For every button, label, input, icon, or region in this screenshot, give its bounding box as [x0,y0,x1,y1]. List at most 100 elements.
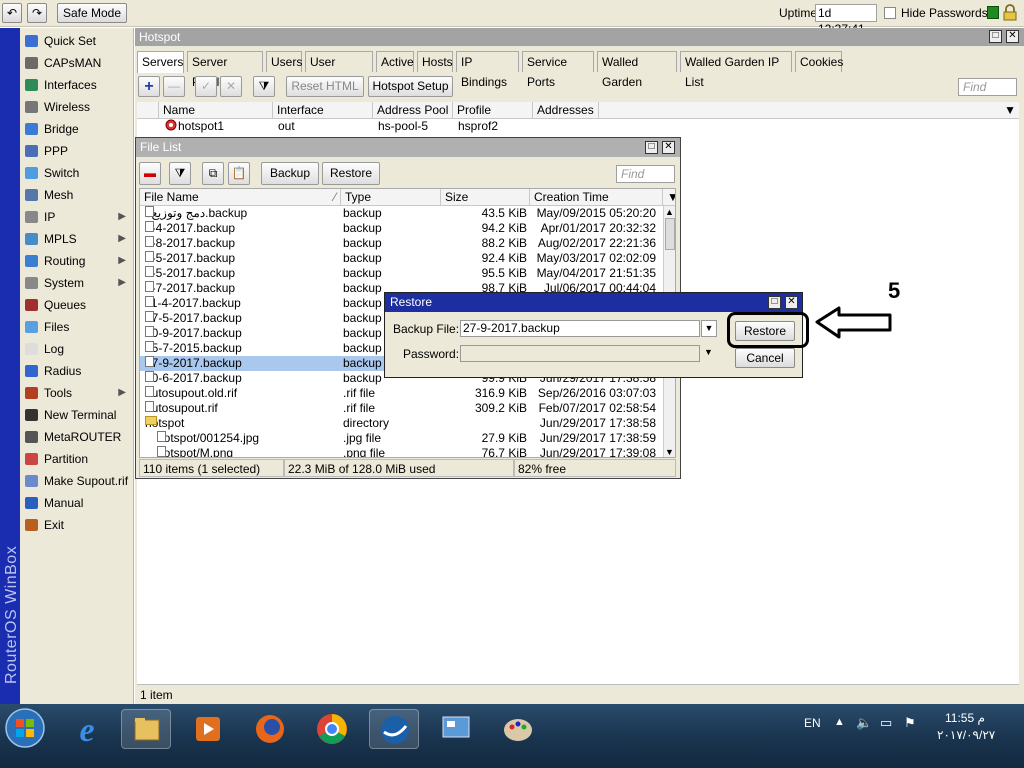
action-center-flag-icon[interactable]: ⚑ [904,715,916,731]
backup-button[interactable]: Backup [261,162,319,185]
col-header-profile[interactable]: Profile [453,102,533,119]
col-header-file-name[interactable]: File Name ⁄ [140,189,341,206]
tab-servers[interactable]: Servers [137,51,184,73]
file-row[interactable]: hotspot directory Jun/29/2017 17:38:58 [140,416,662,431]
menu-item-mpls[interactable]: MPLS ▶ [20,228,134,250]
tab-walled-garden-ip-list[interactable]: Walled Garden IP List [680,51,792,89]
column-menu-icon[interactable]: ▼ [663,189,675,206]
hotspot-find-input[interactable]: Find [958,78,1017,96]
col-header-addresses[interactable]: Addresses ... [533,102,599,119]
hotspot-maximize-button[interactable]: □ [989,30,1002,43]
menu-item-ppp[interactable]: PPP [20,140,134,162]
chrome-icon[interactable] [307,709,357,749]
menu-item-capsman[interactable]: CAPsMAN [20,52,134,74]
tab-server-profiles[interactable]: Server Profiles [187,51,263,89]
file-find-input[interactable]: Find [616,165,675,183]
enable-button[interactable]: ✓ [195,76,217,97]
tab-service-ports[interactable]: Service Ports [522,51,594,89]
start-button-icon[interactable] [4,707,46,749]
col-header-type[interactable]: Type [341,189,441,206]
paste-button[interactable]: 📋 [228,162,250,185]
backup-file-select[interactable]: 27-9-2017.backup [460,320,700,337]
tab-active[interactable]: Active [376,51,414,72]
paint-icon[interactable] [493,709,543,749]
menu-item-radius[interactable]: Radius [20,360,134,382]
col-header-creation-time[interactable]: Creation Time [530,189,663,206]
explorer-taskbar-icon[interactable] [121,709,171,749]
clock-time[interactable]: 11:55 م [945,711,985,725]
tab-users[interactable]: Users [266,51,302,72]
copy-button[interactable]: ⧉ [202,162,224,185]
internet-explorer-icon[interactable]: e [62,709,112,749]
file-row[interactable]: 3-5-2017.backup backup 92.4 KiB May/03/2017… [140,251,662,266]
file-filter-button[interactable]: ⧩ [169,162,191,185]
column-menu-icon[interactable]: ▼ [1004,102,1016,118]
restore-close-button[interactable]: ✕ [785,296,798,309]
winbox-taskbar-icon[interactable] [369,709,419,749]
media-player-icon[interactable] [183,709,233,749]
file-row[interactable]: hotspot/001254.jpg .jpg file 27.9 KiB Jun/2… [140,431,662,446]
volume-icon[interactable]: 🔈 [856,715,872,731]
hotspot-close-button[interactable]: ✕ [1006,30,1019,43]
scroll-down-icon[interactable]: ▼ [665,447,674,457]
file-row[interactable]: hotspot/M.png .png file 76.7 KiB Jun/29/201… [140,446,662,457]
file-list-maximize-button[interactable]: □ [645,141,658,154]
cancel-button[interactable]: Cancel [735,348,795,368]
menu-item-ip[interactable]: IP ▶ [20,206,134,228]
menu-item-log[interactable]: Log [20,338,134,360]
hide-passwords-checkbox[interactable] [884,7,896,19]
menu-item-exit[interactable]: Exit [20,514,134,536]
tray-expand-icon[interactable]: ▲ [834,716,845,728]
menu-item-quick-set[interactable]: Quick Set [20,30,134,52]
file-remove-button[interactable]: ▬ [139,162,161,185]
file-list-close-button[interactable]: ✕ [662,141,675,154]
menu-item-new-terminal[interactable]: New Terminal [20,404,134,426]
menu-item-system[interactable]: System ▶ [20,272,134,294]
tab-walled-garden[interactable]: Walled Garden [597,51,677,89]
file-row[interactable]: autosupout.rif .rif file 309.2 KiB Feb/07/2… [140,401,662,416]
disable-button[interactable]: ✕ [220,76,242,97]
menu-item-bridge[interactable]: Bridge [20,118,134,140]
menu-item-queues[interactable]: Queues [20,294,134,316]
menu-item-wireless[interactable]: Wireless [20,96,134,118]
menu-item-interfaces[interactable]: Interfaces [20,74,134,96]
col-header-name[interactable]: Name [159,102,273,119]
add-button[interactable]: + [138,76,160,97]
menu-item-make-supout-rif[interactable]: Make Supout.rif [20,470,134,492]
tab-user-profiles[interactable]: User Profiles [305,51,373,89]
remove-button[interactable]: — [163,76,185,97]
safe-mode-button[interactable]: Safe Mode [57,3,127,23]
hotspot-setup-button[interactable]: Hotspot Setup [368,76,453,97]
password-field[interactable] [460,345,700,362]
password-toggle-icon[interactable]: ▼ [704,347,713,357]
file-row[interactable]: دمج وتوزيع٤.backup backup 43.5 KiB May/09/2… [140,206,662,221]
menu-item-switch[interactable]: Switch [20,162,134,184]
restore-files-button[interactable]: Restore [322,162,380,185]
firefox-icon[interactable] [245,709,295,749]
backup-file-dropdown-button[interactable]: ▼ [701,320,717,337]
restore-maximize-button[interactable]: □ [768,296,781,309]
tab-cookies[interactable]: Cookies [795,51,843,72]
menu-item-files[interactable]: Files [20,316,134,338]
scroll-up-icon[interactable]: ▲ [665,207,674,217]
col-header-address-pool[interactable]: Address Pool [373,102,453,119]
reset-html-button[interactable]: Reset HTML [286,76,364,97]
col-header-size[interactable]: Size [441,189,530,206]
filter-button[interactable]: ⧩ [253,76,275,97]
menu-item-partition[interactable]: Partition [20,448,134,470]
col-header-interface[interactable]: Interface [273,102,373,119]
tab-hosts[interactable]: Hosts [417,51,453,72]
language-indicator[interactable]: EN [804,716,821,730]
network-icon[interactable]: ▭ [880,715,892,731]
file-row[interactable]: 4-5-2017.backup backup 95.5 KiB May/04/2017… [140,266,662,281]
tab-ip-bindings[interactable]: IP Bindings [456,51,519,89]
menu-item-mesh[interactable]: Mesh [20,184,134,206]
redo-button[interactable]: ↷ [27,3,47,23]
clock-date[interactable]: ٢٠١٧/٠٩/٢٧ [937,728,995,742]
scroll-thumb[interactable] [665,218,675,250]
menu-item-manual[interactable]: Manual [20,492,134,514]
control-panel-icon[interactable] [431,709,481,749]
file-row[interactable]: 1-4-2017.backup backup 94.2 KiB Apr/01/2017… [140,221,662,236]
menu-item-metarouter[interactable]: MetaROUTER [20,426,134,448]
menu-item-tools[interactable]: Tools ▶ [20,382,134,404]
